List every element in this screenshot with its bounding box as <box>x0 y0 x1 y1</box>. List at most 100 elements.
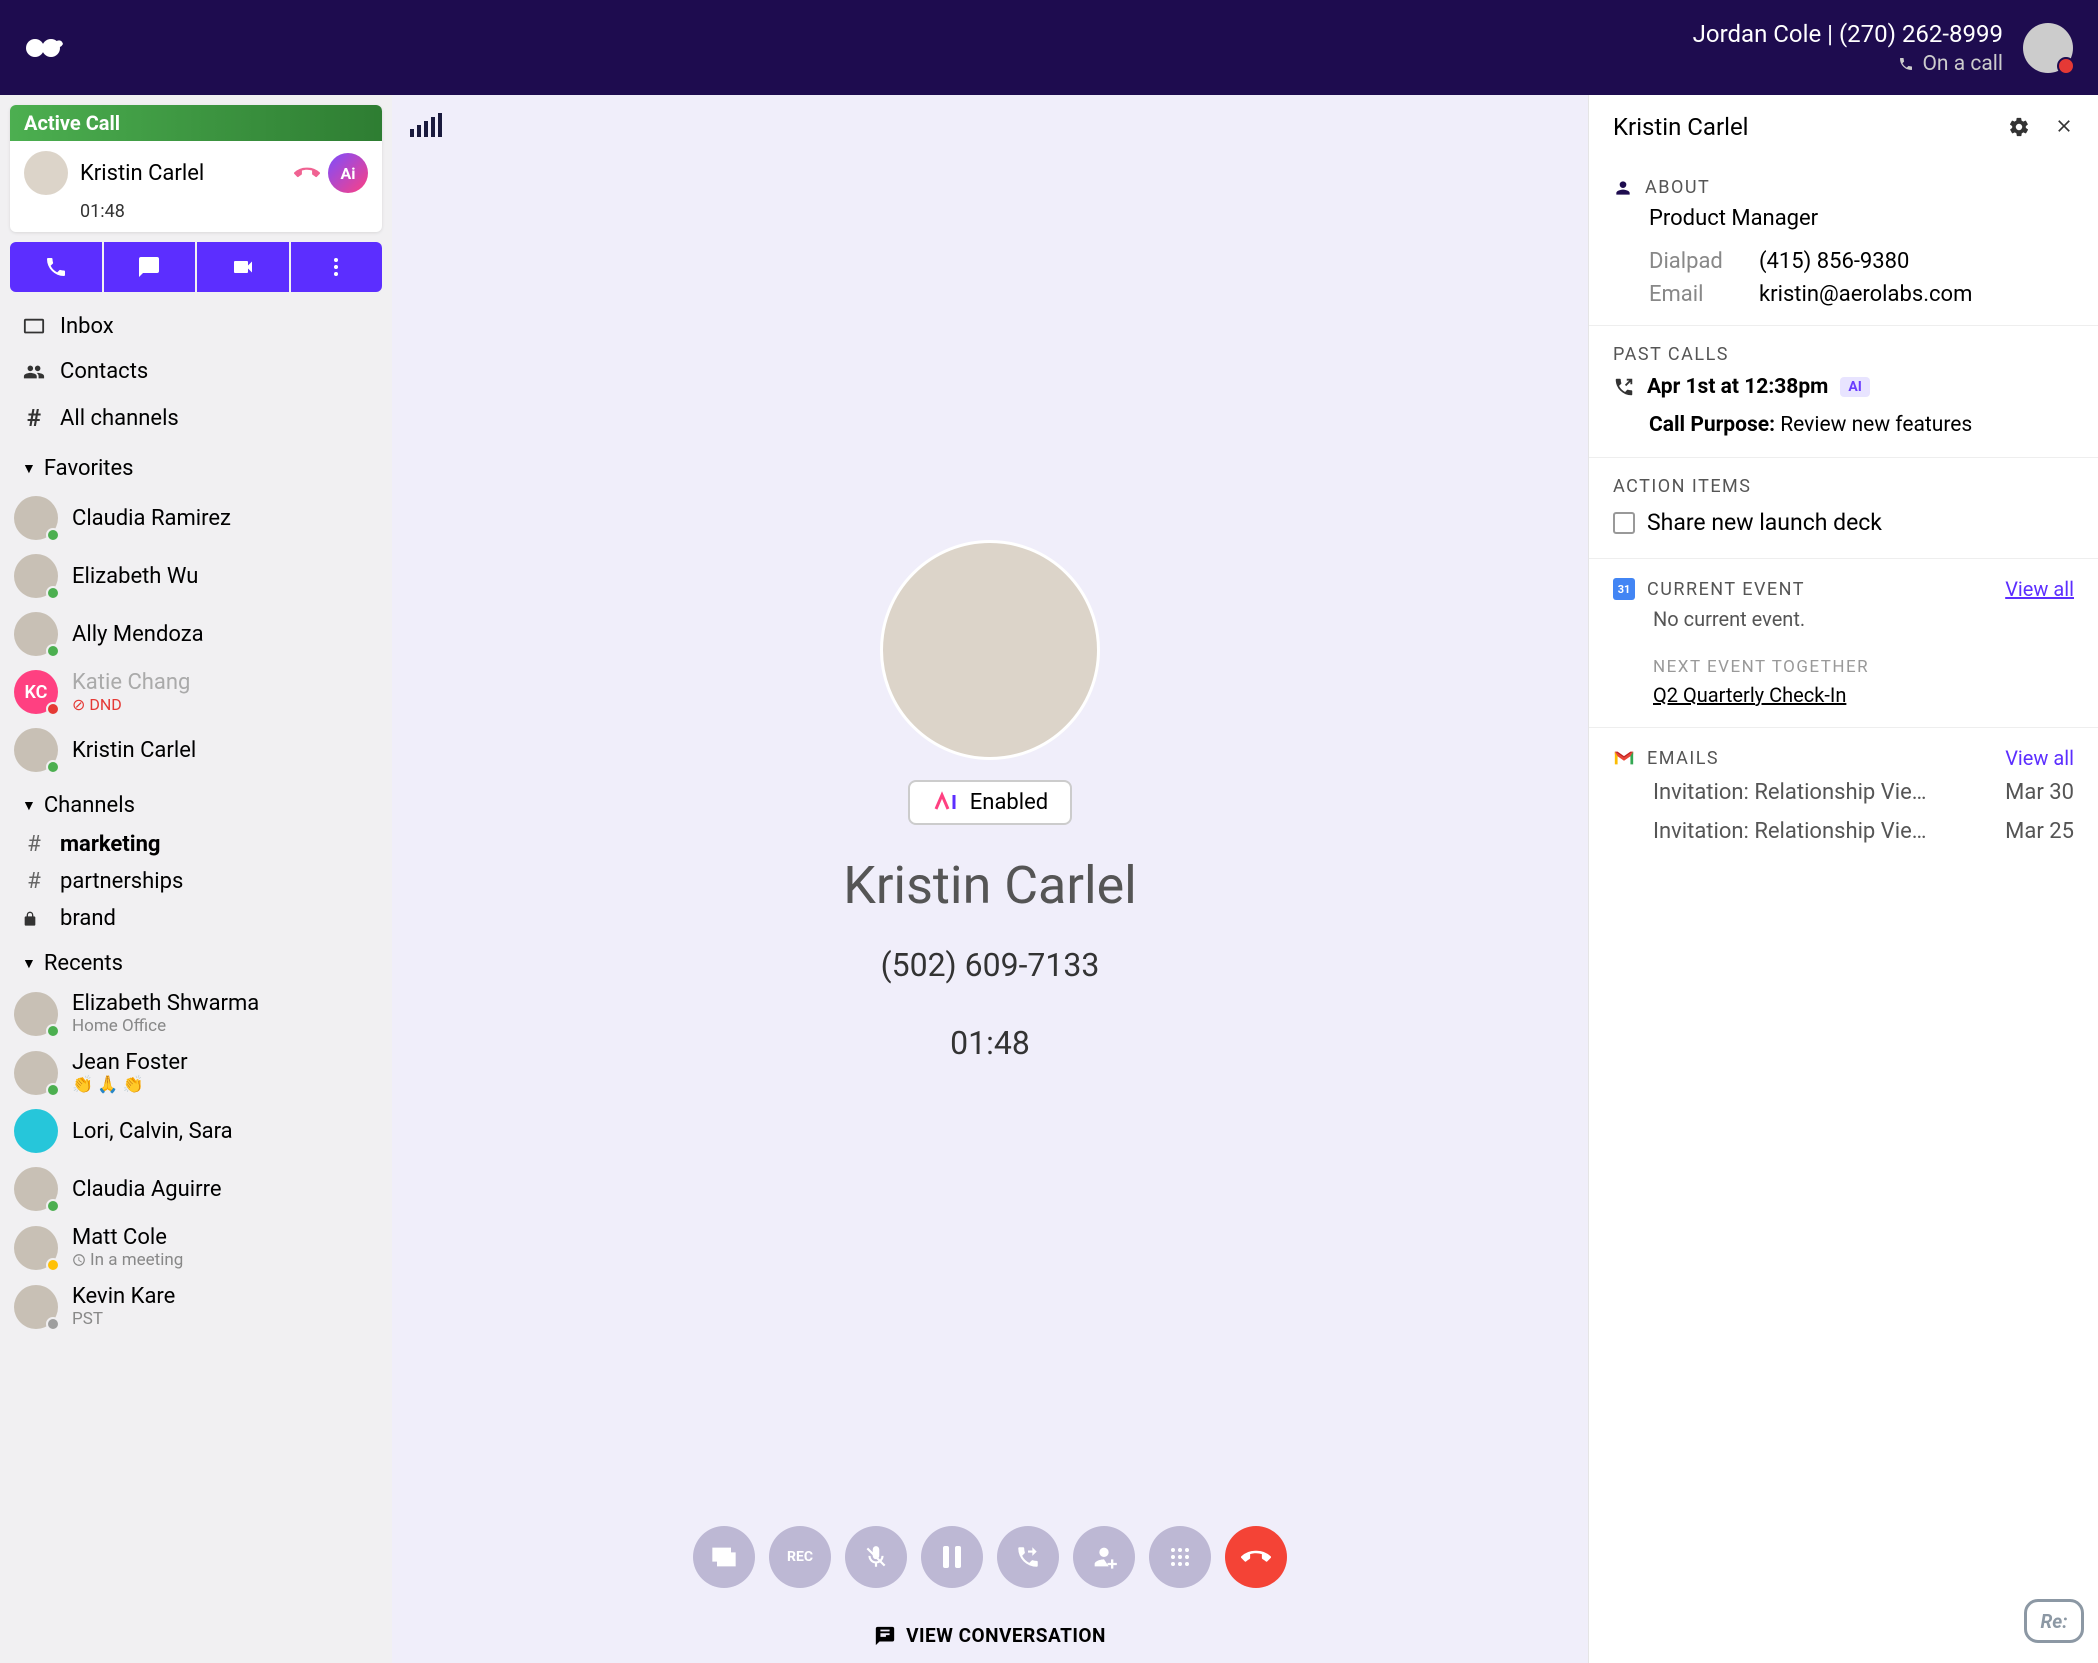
call-main-area: Enabled Kristin Carlel (502) 609-7133 01… <box>392 95 1588 1663</box>
favorite-contact[interactable]: Kristin Carlel <box>0 721 392 779</box>
ai-pill: AI <box>1840 377 1870 397</box>
call-purpose: Call Purpose: Review new features <box>1613 403 2074 439</box>
current-user-info: Jordan Cole | (270) 262-8999 On a call <box>1693 20 2003 76</box>
nav-inbox[interactable]: Inbox <box>0 304 392 349</box>
email-item[interactable]: Invitation: Relationship Vie… Mar 30 <box>1613 770 2074 809</box>
nav-contacts[interactable]: Contacts <box>0 349 392 394</box>
dialpad-number[interactable]: (415) 856-9380 <box>1759 249 1909 274</box>
caret-down-icon: ▼ <box>22 460 36 477</box>
re-badge[interactable]: Re: <box>2024 1599 2084 1643</box>
caller-phone: (502) 609-7133 <box>881 946 1100 984</box>
job-title: Product Manager <box>1613 198 2074 241</box>
recent-contact[interactable]: Kevin Kare PST <box>0 1277 392 1336</box>
emails-section: EMAILS View all Invitation: Relationship… <box>1589 728 2098 866</box>
hash-icon: # <box>22 832 46 857</box>
contact-avatar <box>14 728 58 772</box>
action-items-section: ACTION ITEMS Share new launch deck <box>1589 458 2098 559</box>
contact-avatar <box>14 612 58 656</box>
dnd-indicator: ⊘ DND <box>72 695 190 714</box>
call-button[interactable] <box>10 242 102 292</box>
call-timer: 01:48 <box>950 1024 1030 1062</box>
dialpad-button[interactable] <box>1149 1526 1211 1588</box>
recent-contact[interactable]: Claudia Aguirre <box>0 1160 392 1218</box>
gmail-icon <box>1613 749 1635 767</box>
video-button[interactable] <box>197 242 289 292</box>
signal-strength-icon <box>410 113 442 137</box>
recent-contact[interactable]: Elizabeth Shwarma Home Office <box>0 984 392 1043</box>
contact-avatar <box>14 1051 58 1095</box>
mute-button[interactable] <box>845 1526 907 1588</box>
message-button[interactable] <box>104 242 196 292</box>
caller-name: Kristin Carlel <box>843 855 1137 916</box>
channel-item[interactable]: brand <box>0 900 392 937</box>
more-actions-button[interactable] <box>291 242 383 292</box>
hash-icon: # <box>22 404 46 432</box>
recents-header[interactable]: ▼ Recents <box>0 937 392 984</box>
details-title: Kristin Carlel <box>1613 113 1749 141</box>
nav-all-channels[interactable]: # All channels <box>0 394 392 442</box>
sidebar: Active Call Kristin Carlel Ai 01:48 Inbo… <box>0 95 392 1663</box>
transfer-button[interactable] <box>997 1526 1059 1588</box>
recent-contact[interactable]: Jean Foster 👏 🙏 👏 <box>0 1043 392 1102</box>
contact-avatar <box>14 1167 58 1211</box>
channels-header[interactable]: ▼ Channels <box>0 779 392 826</box>
favorite-contact[interactable]: Elizabeth Wu <box>0 547 392 605</box>
call-controls: REC <box>392 1506 1588 1608</box>
monitor-icon <box>22 316 46 338</box>
screen-share-button[interactable] <box>693 1526 755 1588</box>
caret-down-icon: ▼ <box>22 955 36 972</box>
view-all-events-link[interactable]: View all <box>2005 577 2074 601</box>
close-panel-icon[interactable] <box>2054 116 2074 138</box>
contact-avatar <box>14 992 58 1036</box>
checkbox[interactable] <box>1613 512 1635 534</box>
active-call-card[interactable]: Active Call Kristin Carlel Ai 01:48 <box>10 105 382 232</box>
next-event-header: NEXT EVENT TOGETHER <box>1613 643 2074 681</box>
in-meeting-status: In a meeting <box>72 1250 183 1270</box>
recent-contact[interactable]: Lori, Calvin, Sara <box>0 1102 392 1160</box>
add-person-button[interactable] <box>1073 1526 1135 1588</box>
settings-gear-icon[interactable] <box>2008 116 2030 138</box>
favorite-contact[interactable]: Claudia Ramirez <box>0 489 392 547</box>
past-call-item[interactable]: Apr 1st at 12:38pm AI <box>1613 365 2074 403</box>
no-event-text: No current event. <box>1613 601 2074 643</box>
active-call-timer: 01:48 <box>10 201 382 232</box>
past-calls-section: PAST CALLS Apr 1st at 12:38pm AI Call Pu… <box>1589 326 2098 458</box>
user-avatar[interactable] <box>2023 23 2073 73</box>
hangup-small-icon[interactable] <box>294 160 320 186</box>
contact-avatar <box>14 1226 58 1270</box>
hold-button[interactable] <box>921 1526 983 1588</box>
record-button[interactable]: REC <box>769 1526 831 1588</box>
view-conversation-button[interactable]: VIEW CONVERSATION <box>392 1608 1588 1663</box>
dialpad-label: Dialpad <box>1649 249 1759 274</box>
view-all-emails-link[interactable]: View all <box>2005 746 2074 770</box>
active-call-avatar <box>24 151 68 195</box>
chat-icon <box>874 1625 896 1647</box>
contact-avatar <box>14 496 58 540</box>
action-item[interactable]: Share new launch deck <box>1613 497 2074 540</box>
contact-avatar: KC <box>14 670 58 714</box>
hash-icon: # <box>22 869 46 894</box>
next-event-link[interactable]: Q2 Quarterly Check-In <box>1613 681 2074 723</box>
clock-icon <box>72 1253 86 1267</box>
user-status: On a call <box>1693 52 2003 76</box>
channel-item[interactable]: # marketing <box>0 826 392 863</box>
favorites-header[interactable]: ▼ Favorites <box>0 442 392 489</box>
app-logo <box>25 36 65 60</box>
recent-contact[interactable]: Matt Cole In a meeting <box>0 1218 392 1277</box>
email-item[interactable]: Invitation: Relationship Vie… Mar 25 <box>1613 809 2074 848</box>
favorite-contact[interactable]: KC Katie Chang ⊘ DND <box>0 663 392 721</box>
ai-badge-icon: Ai <box>328 153 368 193</box>
outgoing-call-icon <box>1613 376 1635 398</box>
email-value[interactable]: kristin@aerolabs.com <box>1759 282 1972 307</box>
caret-down-icon: ▼ <box>22 797 36 814</box>
channel-item[interactable]: # partnerships <box>0 863 392 900</box>
email-label: Email <box>1649 282 1759 307</box>
person-icon <box>1613 178 1633 198</box>
events-section: 31 CURRENT EVENT View all No current eve… <box>1589 559 2098 728</box>
lock-icon <box>22 911 46 927</box>
phone-icon <box>1898 56 1914 72</box>
hangup-button[interactable] <box>1225 1526 1287 1588</box>
about-section: ABOUT Product Manager Dialpad (415) 856-… <box>1589 159 2098 326</box>
contact-avatar <box>14 1285 58 1329</box>
favorite-contact[interactable]: Ally Mendoza <box>0 605 392 663</box>
